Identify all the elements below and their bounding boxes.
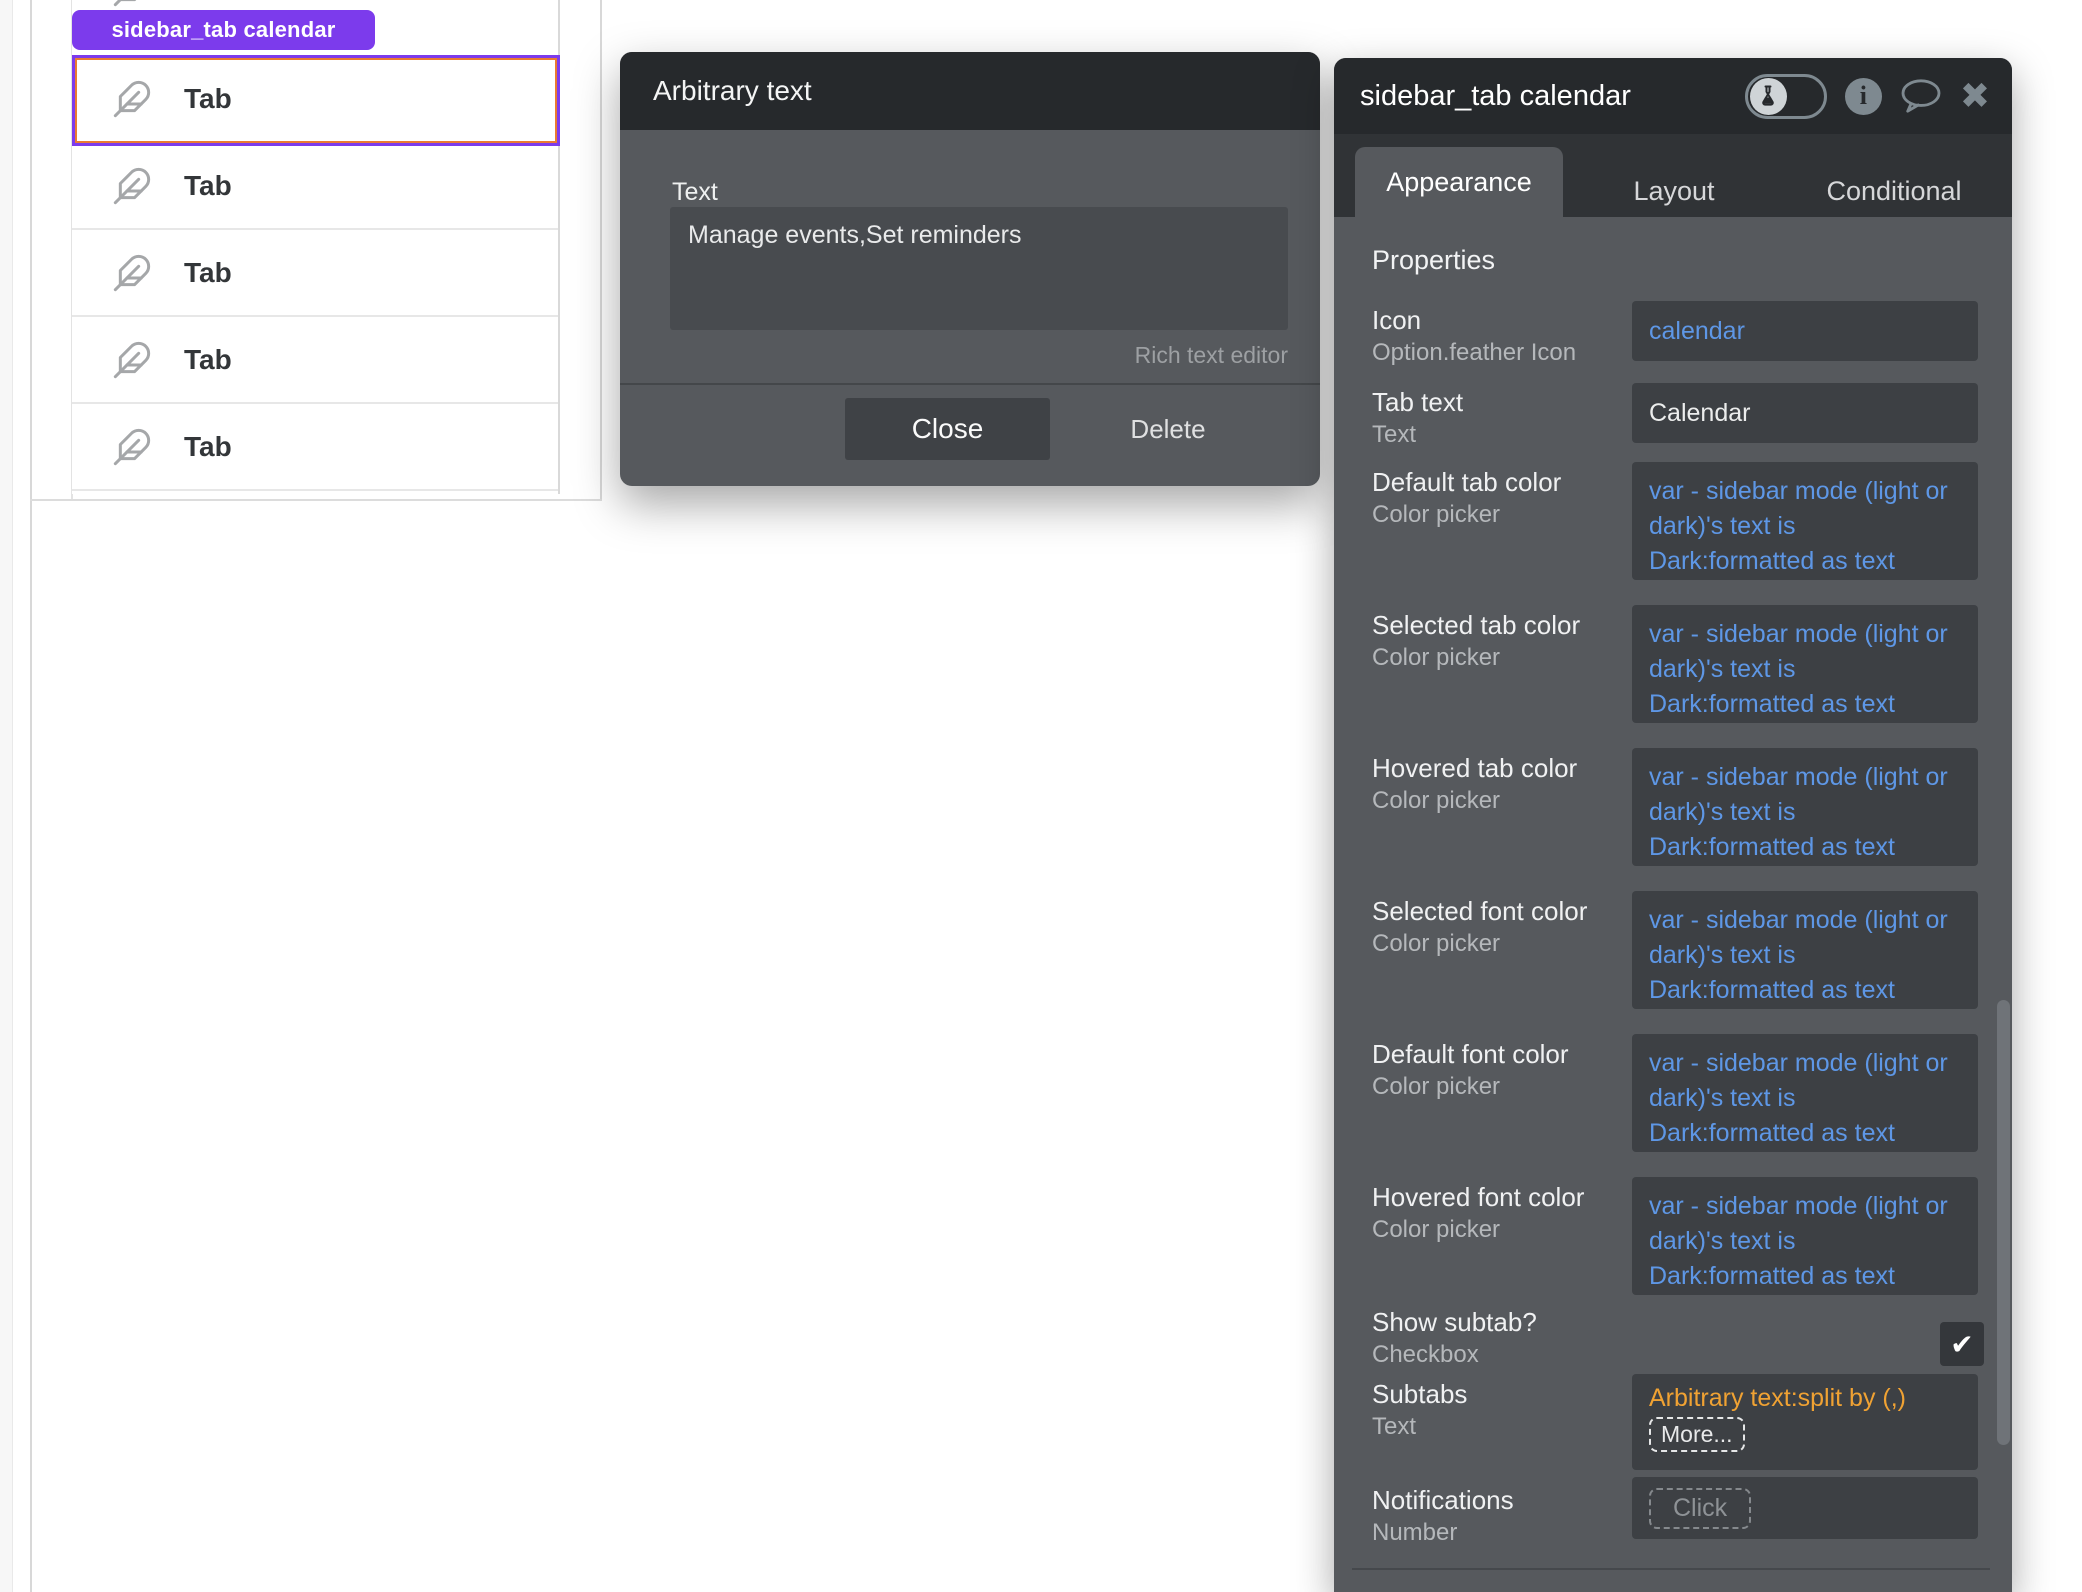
- notifications-label: Notifications: [1372, 1485, 1514, 1516]
- more-button[interactable]: More...: [1649, 1417, 1745, 1452]
- tab-row[interactable]: Tab: [72, 230, 558, 317]
- selected-tab-color-field[interactable]: var - sidebar mode (light or dark)'s tex…: [1632, 605, 1978, 723]
- tab-row[interactable]: Tab: [72, 317, 558, 404]
- tab-element-label: Tab: [184, 257, 232, 289]
- show-subtab-checkbox[interactable]: ✔: [1940, 1322, 1984, 1366]
- tab-appearance[interactable]: Appearance: [1355, 147, 1563, 217]
- selected-font-color-field[interactable]: var - sidebar mode (light or dark)'s tex…: [1632, 891, 1978, 1009]
- dialog-header: Arbitrary text: [620, 52, 1320, 130]
- feather-icon: [112, 340, 152, 380]
- editor-canvas: Tab Tab Tab Tab Tab: [0, 0, 2082, 1592]
- inspector-tab-bar: Appearance Layout Conditional: [1334, 134, 2012, 217]
- close-icon[interactable]: ✖: [1960, 78, 1990, 114]
- tab-layout[interactable]: Layout: [1594, 165, 1754, 217]
- default-font-color-type: Color picker: [1372, 1073, 1500, 1101]
- arbitrary-text-input[interactable]: Manage events,Set reminders: [670, 207, 1288, 330]
- hovered-tab-color-label: Hovered tab color: [1372, 753, 1577, 784]
- inspector-body: Properties Icon Option.feather Icon cale…: [1334, 217, 2012, 1592]
- tab-element-label: Tab: [184, 0, 232, 4]
- click-button[interactable]: Click: [1649, 1488, 1751, 1529]
- selected-font-color-type: Color picker: [1372, 930, 1500, 958]
- tab-text-property-label: Tab text: [1372, 387, 1463, 418]
- hovered-font-color-label: Hovered font color: [1372, 1182, 1584, 1213]
- left-gutter: [0, 0, 13, 1592]
- tab-element-label: Tab: [184, 431, 232, 463]
- feather-icon: [112, 253, 152, 293]
- close-button[interactable]: Close: [845, 398, 1050, 460]
- tab-element-label: Tab: [184, 344, 232, 376]
- section-divider: [1352, 1568, 1990, 1570]
- default-tab-color-type: Color picker: [1372, 501, 1500, 529]
- text-field-label: Text: [672, 178, 718, 207]
- selected-font-color-label: Selected font color: [1372, 896, 1587, 927]
- properties-heading: Properties: [1372, 245, 1495, 276]
- hovered-tab-color-field[interactable]: var - sidebar mode (light or dark)'s tex…: [1632, 748, 1978, 866]
- feather-icon: [112, 427, 152, 467]
- tab-element-label: Tab: [184, 170, 232, 202]
- experiment-toggle[interactable]: [1745, 74, 1827, 119]
- default-font-color-label: Default font color: [1372, 1039, 1569, 1070]
- delete-button[interactable]: Delete: [1108, 398, 1228, 460]
- tab-row[interactable]: Tab: [72, 404, 558, 491]
- tab-conditional[interactable]: Conditional: [1794, 165, 1994, 217]
- tab-element-label: Tab: [184, 83, 232, 115]
- hovered-font-color-type: Color picker: [1372, 1216, 1500, 1244]
- flask-icon: [1750, 78, 1787, 115]
- feather-icon: [112, 79, 152, 119]
- icon-property-type: Option.feather Icon: [1372, 339, 1576, 367]
- comment-icon[interactable]: [1900, 78, 1942, 114]
- arbitrary-text-dialog: Arbitrary text Text Manage events,Set re…: [620, 52, 1320, 486]
- inspector-scrollbar[interactable]: [1997, 1000, 2010, 1445]
- show-subtab-type: Checkbox: [1372, 1341, 1479, 1369]
- subtabs-type: Text: [1372, 1413, 1416, 1441]
- inspector-header: sidebar_tab calendar i ✖: [1334, 58, 2012, 134]
- group-bottom-border: [30, 499, 602, 501]
- feather-icon: [112, 166, 152, 206]
- show-subtab-label: Show subtab?: [1372, 1307, 1537, 1338]
- default-tab-color-label: Default tab color: [1372, 467, 1561, 498]
- tab-text-value-field[interactable]: Calendar: [1632, 383, 1978, 443]
- default-font-color-field[interactable]: var - sidebar mode (light or dark)'s tex…: [1632, 1034, 1978, 1152]
- selected-tab-color-label: Selected tab color: [1372, 610, 1580, 641]
- icon-value-field[interactable]: calendar: [1632, 301, 1978, 361]
- rich-text-editor-link[interactable]: Rich text editor: [1135, 342, 1288, 369]
- notifications-type: Number: [1372, 1519, 1457, 1547]
- tab-row-selected[interactable]: Tab: [72, 56, 558, 143]
- inspector-title: sidebar_tab calendar: [1360, 80, 1745, 113]
- sidebar-tab-list: Tab Tab Tab Tab Tab: [72, 0, 560, 494]
- hovered-font-color-field[interactable]: var - sidebar mode (light or dark)'s tex…: [1632, 1177, 1978, 1295]
- subtabs-label: Subtabs: [1372, 1379, 1467, 1410]
- hovered-tab-color-type: Color picker: [1372, 787, 1500, 815]
- canvas-guide-line: [30, 0, 32, 1592]
- selected-tab-color-type: Color picker: [1372, 644, 1500, 672]
- tab-text-property-type: Text: [1372, 421, 1416, 449]
- property-inspector: sidebar_tab calendar i ✖ Appearance Layo…: [1334, 58, 2012, 1592]
- icon-property-label: Icon: [1372, 305, 1421, 336]
- default-tab-color-field[interactable]: var - sidebar mode (light or dark)'s tex…: [1632, 462, 1978, 580]
- dialog-divider: [620, 383, 1320, 385]
- subtabs-value-field[interactable]: Arbitrary text:split by (,) More...: [1632, 1374, 1978, 1470]
- feather-icon: [112, 0, 152, 8]
- tab-row[interactable]: Tab: [72, 143, 558, 230]
- subtabs-expression: Arbitrary text:split by (,): [1649, 1384, 1961, 1413]
- notifications-value-field[interactable]: Click: [1632, 1477, 1978, 1539]
- group-right-border: [600, 0, 602, 499]
- selected-element-badge: sidebar_tab calendar: [72, 10, 375, 50]
- info-icon[interactable]: i: [1845, 78, 1882, 115]
- dialog-title: Arbitrary text: [653, 75, 812, 107]
